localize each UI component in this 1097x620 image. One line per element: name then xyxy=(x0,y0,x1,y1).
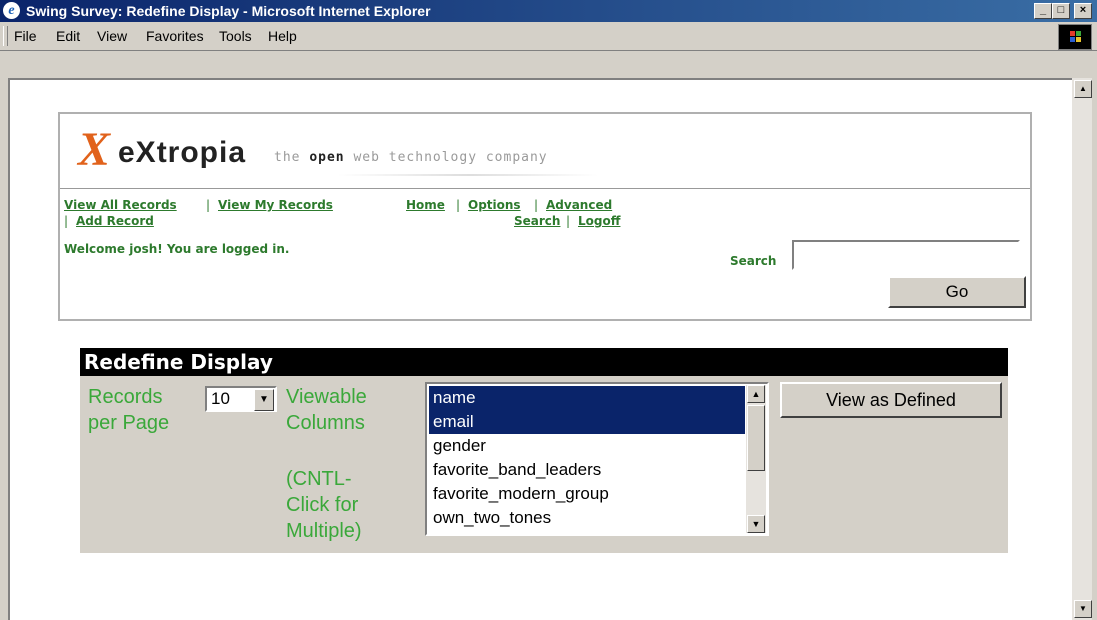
multi-select-hint-1: (CNTL- xyxy=(286,468,352,490)
multi-select-hint-3: Multiple) xyxy=(286,520,362,542)
close-button[interactable]: × xyxy=(1074,3,1092,19)
chevron-down-icon[interactable]: ▼ xyxy=(254,389,274,411)
menu-help[interactable]: Help xyxy=(268,28,297,44)
go-button[interactable]: Go xyxy=(888,276,1026,308)
logo-tagline: the open web technology company xyxy=(274,150,548,165)
search-input[interactable] xyxy=(792,240,1020,270)
scroll-down-icon[interactable]: ▼ xyxy=(747,515,765,533)
options-link[interactable]: Options xyxy=(468,198,521,212)
listbox-scrollbar[interactable]: ▲ ▼ xyxy=(746,385,766,533)
menu-bar: File Edit View Favorites Tools Help xyxy=(0,22,1097,51)
search-label: Search xyxy=(730,254,777,268)
column-option[interactable]: favorite_band_leaders xyxy=(429,458,745,482)
nav-separator: | xyxy=(64,214,69,228)
advanced-search-link-part1[interactable]: Advanced xyxy=(546,198,612,212)
scroll-thumb[interactable] xyxy=(747,405,765,471)
add-record-link[interactable]: Add Record xyxy=(76,214,154,228)
welcome-message: Welcome josh! You are logged in. xyxy=(64,242,290,256)
records-per-page-value: 10 xyxy=(211,389,230,408)
browser-content: X eXtropia the open web technology compa… xyxy=(8,78,1072,620)
view-as-defined-button[interactable]: View as Defined xyxy=(780,382,1002,418)
menu-file[interactable]: File xyxy=(14,28,37,44)
tagline-rule xyxy=(338,174,598,176)
column-option[interactable]: name xyxy=(429,386,745,410)
site-header: X eXtropia the open web technology compa… xyxy=(58,112,1032,321)
records-per-page-label-2: per Page xyxy=(88,412,170,434)
scroll-up-icon[interactable]: ▲ xyxy=(1074,80,1092,98)
nav-separator: | xyxy=(534,198,539,212)
home-link[interactable]: Home xyxy=(406,198,445,212)
viewable-columns-listbox[interactable]: name email gender favorite_band_leaders … xyxy=(425,382,769,536)
redefine-display-panel: Redefine Display Records per Page 10 ▼ V… xyxy=(80,348,1008,553)
scroll-up-icon[interactable]: ▲ xyxy=(747,385,765,403)
logo-wordmark: eXtropia xyxy=(118,136,247,169)
column-option[interactable]: favorite_modern_group xyxy=(429,482,745,506)
column-option[interactable]: email xyxy=(429,410,745,434)
tagline-bold: open xyxy=(309,150,345,165)
menu-favorites[interactable]: Favorites xyxy=(146,28,204,44)
view-all-records-link[interactable]: View All Records xyxy=(64,198,177,212)
records-per-page-select[interactable]: 10 ▼ xyxy=(205,386,277,412)
ie-logo-icon: e xyxy=(3,2,20,19)
minimize-button[interactable]: _ xyxy=(1034,3,1052,19)
tagline-post: web technology company xyxy=(344,150,548,165)
scroll-down-icon[interactable]: ▼ xyxy=(1074,600,1092,618)
windows-logo-icon xyxy=(1058,24,1092,50)
window-title: Swing Survey: Redefine Display - Microso… xyxy=(26,3,431,19)
advanced-search-link-part2[interactable]: Search xyxy=(514,214,560,228)
maximize-button[interactable]: □ xyxy=(1052,3,1070,19)
logoff-link[interactable]: Logoff xyxy=(578,214,620,228)
records-per-page-label-1: Records xyxy=(88,386,163,408)
toolbar-grip[interactable] xyxy=(3,26,8,46)
nav-separator: | xyxy=(566,214,571,228)
extropia-logo: X eXtropia the open web technology compa… xyxy=(78,122,678,182)
menu-view[interactable]: View xyxy=(97,28,127,44)
view-my-records-link[interactable]: View My Records xyxy=(218,198,333,212)
viewable-columns-label-2: Columns xyxy=(286,412,365,434)
column-option[interactable]: gender xyxy=(429,434,745,458)
header-divider xyxy=(60,188,1030,189)
tagline-pre: the xyxy=(274,150,310,165)
column-option[interactable]: own_two_tones xyxy=(429,506,745,530)
menu-tools[interactable]: Tools xyxy=(219,28,252,44)
logo-mark-icon: X xyxy=(78,123,111,176)
menu-edit[interactable]: Edit xyxy=(56,28,80,44)
page-scrollbar[interactable]: ▲ ▼ xyxy=(1072,78,1092,620)
multi-select-hint-2: Click for xyxy=(286,494,359,516)
nav-separator: | xyxy=(206,198,211,212)
nav-separator: | xyxy=(456,198,461,212)
panel-title: Redefine Display xyxy=(80,348,1008,376)
window-titlebar: e Swing Survey: Redefine Display - Micro… xyxy=(0,0,1097,22)
viewable-columns-label-1: Viewable xyxy=(286,386,367,408)
